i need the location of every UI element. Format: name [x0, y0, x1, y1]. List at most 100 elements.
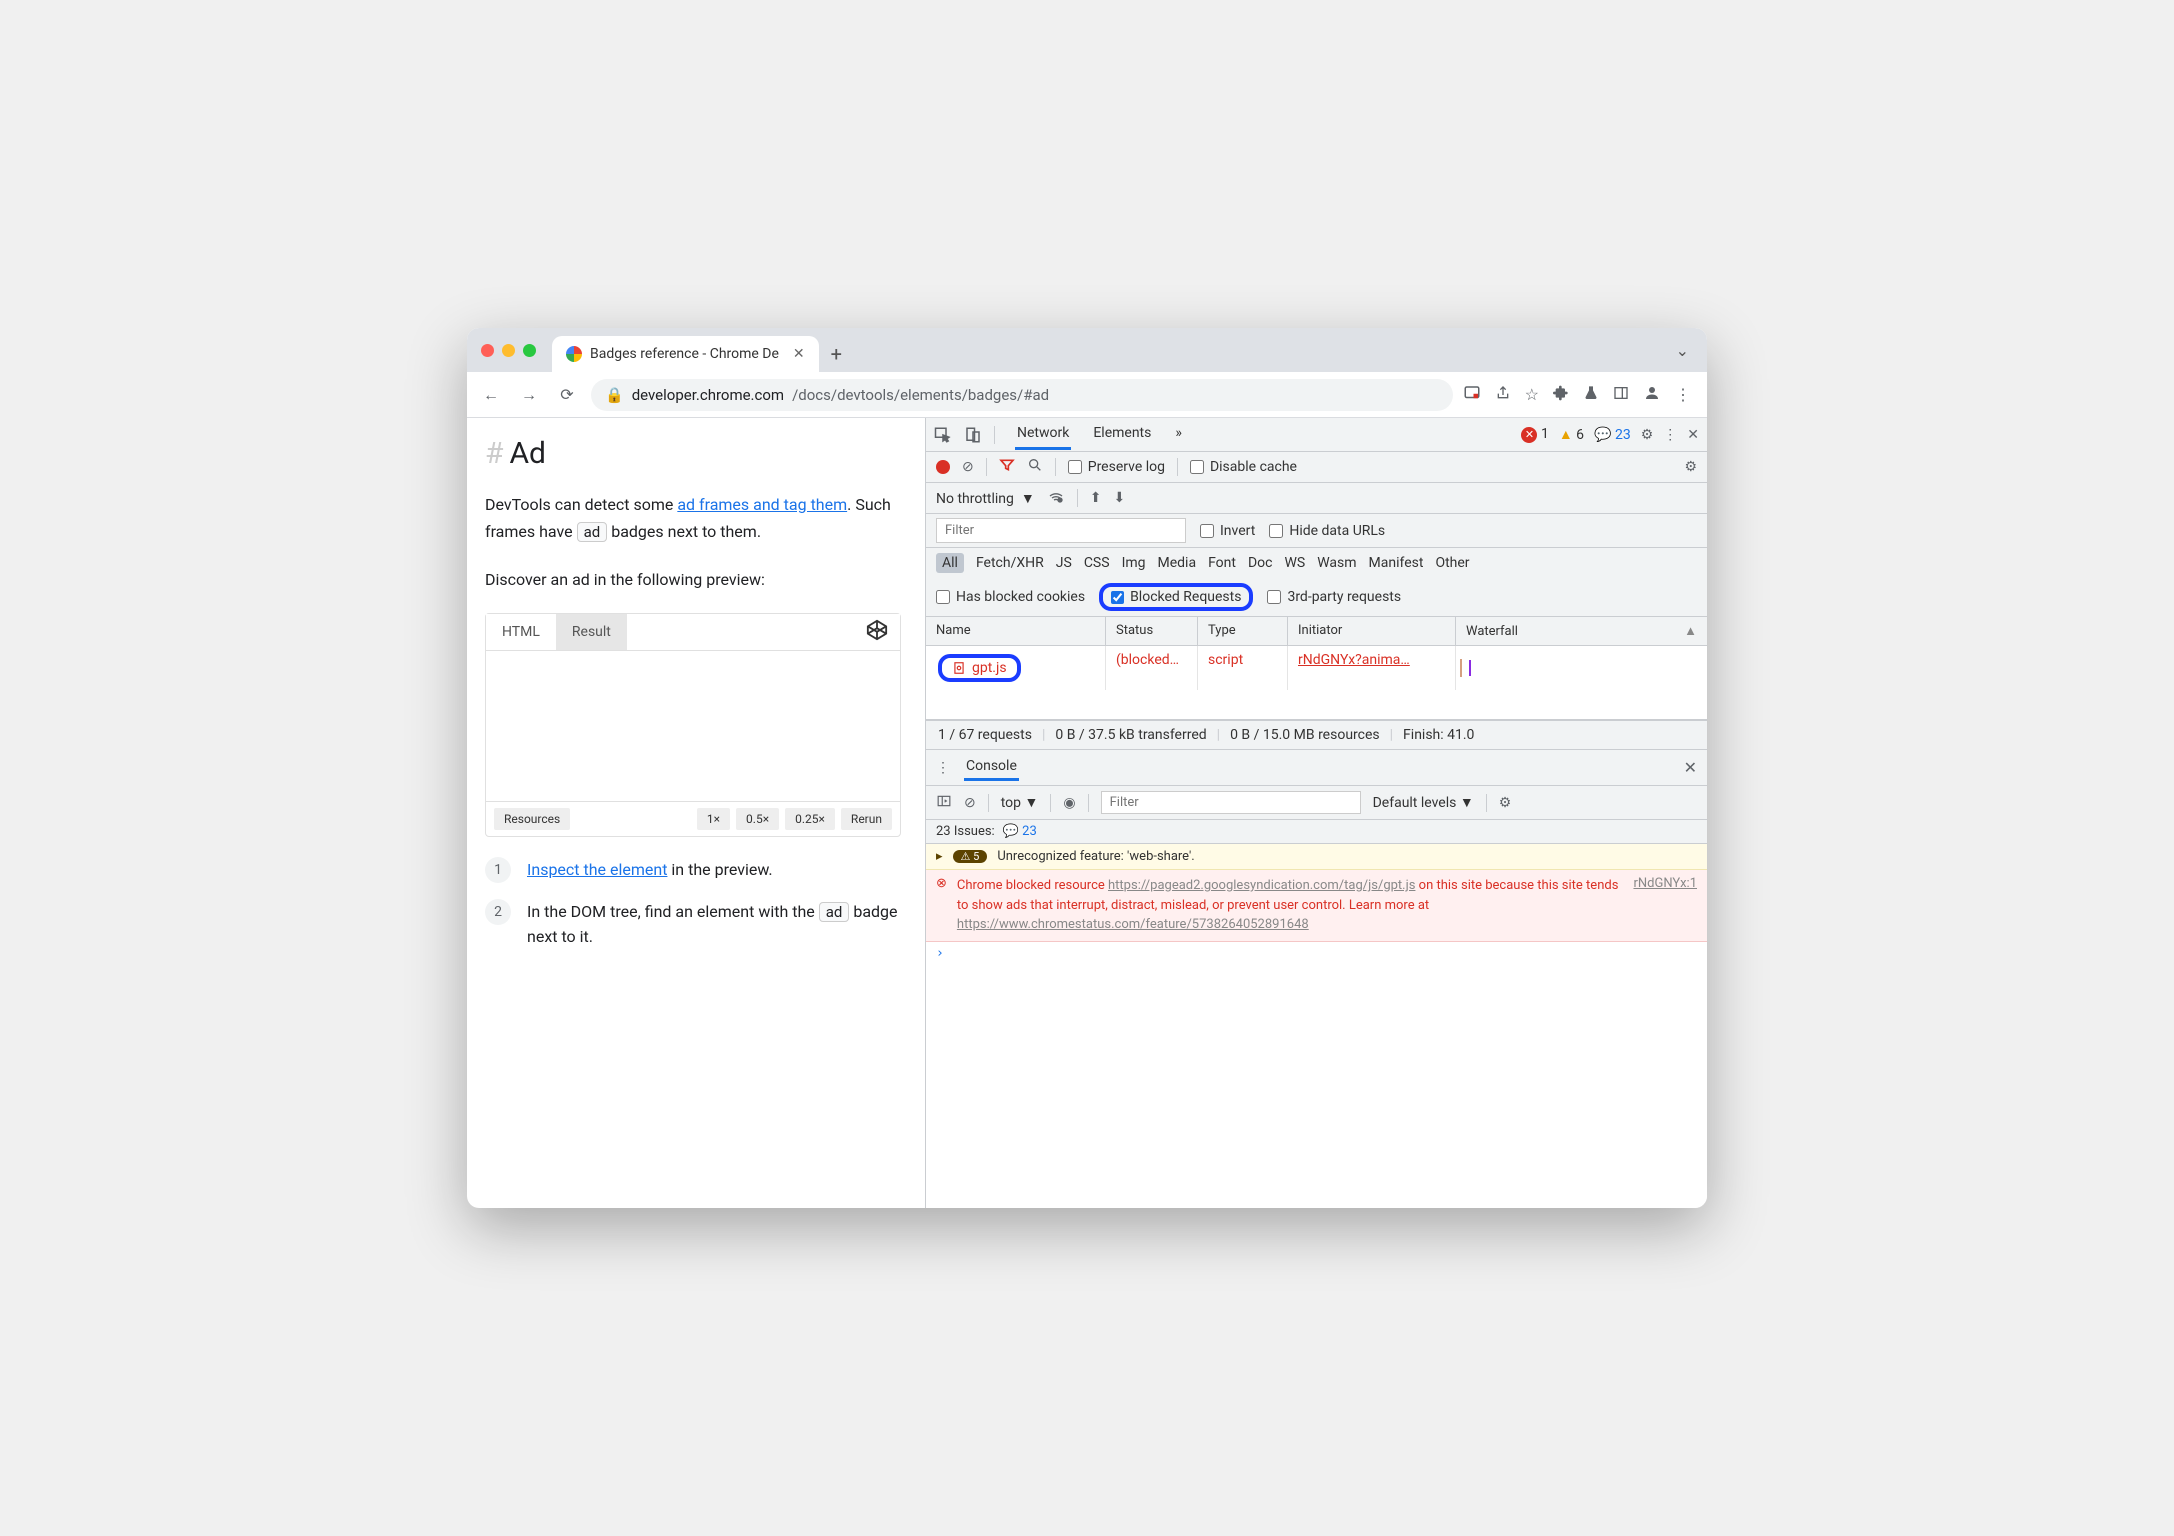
blocked-requests-checkbox[interactable]: Blocked Requests [1099, 583, 1253, 611]
clear-console-icon[interactable]: ⊘ [964, 795, 976, 811]
more-icon[interactable]: ⋮ [1663, 427, 1677, 443]
record-button[interactable] [936, 460, 950, 474]
live-expression-icon[interactable]: ◉ [1063, 795, 1075, 811]
blocked-url-link[interactable]: https://pagead2.googlesyndication.com/ta… [1108, 878, 1415, 893]
hide-data-urls-checkbox[interactable]: Hide data URLs [1269, 523, 1385, 539]
extensions-icon[interactable] [1553, 385, 1569, 405]
clear-icon[interactable]: ⊘ [962, 459, 974, 475]
profile-icon[interactable] [1643, 384, 1661, 406]
more-tabs-icon[interactable]: » [1173, 419, 1184, 450]
errors-count[interactable]: ✕ 1 [1521, 426, 1548, 443]
levels-select[interactable]: Default levels ▼ [1373, 794, 1474, 811]
col-initiator[interactable]: Initiator [1288, 617, 1456, 645]
throttling-select[interactable]: No throttling ▼ [936, 490, 1035, 507]
type-manifest[interactable]: Manifest [1369, 555, 1424, 571]
throttling-row: No throttling ▼ ⬆ ⬇ [926, 483, 1707, 514]
type-font[interactable]: Font [1208, 555, 1236, 571]
download-har-icon[interactable]: ⬇ [1113, 490, 1125, 506]
devtools-status: ✕ 1 ▲ 6 💬 23 ⚙ ⋮ ✕ [1521, 426, 1699, 443]
console-filter-input[interactable] [1101, 791, 1361, 814]
network-conditions-icon[interactable] [1047, 488, 1065, 508]
share-icon[interactable] [1495, 385, 1511, 405]
preserve-log-checkbox[interactable]: Preserve log [1068, 459, 1165, 475]
col-name[interactable]: Name [926, 617, 1106, 645]
type-ws[interactable]: WS [1284, 555, 1305, 571]
side-panel-icon[interactable] [1613, 385, 1629, 405]
close-window[interactable] [481, 344, 494, 357]
has-blocked-cookies-checkbox[interactable]: Has blocked cookies [936, 589, 1085, 605]
type-img[interactable]: Img [1122, 555, 1146, 571]
step2-t1: In the DOM tree, find an element with th… [527, 902, 819, 921]
filter-row: Invert Hide data URLs [926, 514, 1707, 548]
tabs-dropdown-icon[interactable]: ⌄ [1676, 341, 1689, 360]
bookmark-icon[interactable]: ☆ [1525, 385, 1539, 404]
device-toggle-icon[interactable] [964, 426, 982, 444]
console-sidebar-icon[interactable] [936, 794, 952, 812]
maximize-window[interactable] [523, 344, 536, 357]
col-status[interactable]: Status [1106, 617, 1198, 645]
ad-frames-link[interactable]: ad frames and tag them [677, 495, 847, 514]
console-prompt[interactable]: › [926, 942, 1707, 965]
issues-bar[interactable]: 23 Issues: 💬 23 [926, 820, 1707, 844]
back-button[interactable]: ← [477, 381, 505, 409]
minimize-window[interactable] [502, 344, 515, 357]
request-name: gpt.js [972, 660, 1007, 676]
inspect-icon[interactable] [934, 426, 952, 444]
labs-icon[interactable] [1583, 385, 1599, 405]
console-warning-row[interactable]: ▸ ⚠ 5 Unrecognized feature: 'web-share'. [926, 844, 1707, 870]
new-tab-button[interactable]: + [831, 342, 842, 366]
search-icon[interactable] [1027, 457, 1043, 477]
request-initiator[interactable]: rNdGNYx?anima… [1288, 646, 1456, 690]
close-drawer-icon[interactable]: ✕ [1684, 758, 1697, 777]
tab-console[interactable]: Console [964, 754, 1019, 781]
type-js[interactable]: JS [1056, 555, 1072, 571]
codepen-zoom-05x[interactable]: 0.5× [736, 808, 779, 830]
url-field[interactable]: 🔒 developer.chrome.com/docs/devtools/ele… [591, 379, 1453, 411]
tab-elements[interactable]: Elements [1091, 419, 1153, 450]
drawer-menu-icon[interactable]: ⋮ [936, 760, 950, 776]
codepen-tab-result[interactable]: Result [556, 614, 627, 650]
codepen-rerun-button[interactable]: Rerun [841, 808, 892, 830]
error-source-link[interactable]: rNdGNYx:1 [1633, 876, 1697, 935]
type-doc[interactable]: Doc [1248, 555, 1273, 571]
col-type[interactable]: Type [1198, 617, 1288, 645]
network-settings-icon[interactable]: ⚙ [1684, 459, 1697, 475]
type-all[interactable]: All [936, 553, 964, 573]
codepen-zoom-025x[interactable]: 0.25× [785, 808, 835, 830]
codepen-resources-button[interactable]: Resources [494, 808, 570, 830]
close-devtools-icon[interactable]: ✕ [1687, 427, 1699, 443]
type-wasm[interactable]: Wasm [1317, 555, 1356, 571]
tab-network[interactable]: Network [1015, 419, 1071, 450]
browser-tab[interactable]: Badges reference - Chrome De ✕ [552, 336, 819, 372]
third-party-checkbox[interactable]: 3rd-party requests [1267, 589, 1401, 605]
warnings-count[interactable]: ▲ 6 [1559, 426, 1584, 443]
menu-icon[interactable]: ⋮ [1675, 385, 1691, 404]
codepen-zoom-1x[interactable]: 1× [697, 808, 730, 830]
type-css[interactable]: CSS [1084, 555, 1110, 571]
console-settings-icon[interactable]: ⚙ [1499, 795, 1512, 811]
col-waterfall[interactable]: Waterfall▲ [1456, 617, 1707, 645]
filter-input[interactable] [936, 518, 1186, 543]
disable-cache-checkbox[interactable]: Disable cache [1190, 459, 1297, 475]
invert-checkbox[interactable]: Invert [1200, 523, 1255, 539]
inspect-element-link[interactable]: Inspect the element [527, 860, 667, 879]
warning-badge-icon: ▲ [1559, 427, 1573, 443]
type-media[interactable]: Media [1158, 555, 1197, 571]
ad-badge-2: ad [819, 902, 850, 922]
learn-more-link[interactable]: https://www.chromestatus.com/feature/573… [957, 917, 1309, 932]
forward-button[interactable]: → [515, 381, 543, 409]
upload-har-icon[interactable]: ⬆ [1090, 490, 1102, 506]
codepen-tab-html[interactable]: HTML [486, 614, 556, 650]
reload-button[interactable]: ⟳ [553, 381, 581, 409]
table-row[interactable]: gpt.js (blocked… script rNdGNYx?anima… [926, 646, 1707, 690]
close-tab-icon[interactable]: ✕ [793, 346, 805, 362]
type-fetch[interactable]: Fetch/XHR [976, 555, 1044, 571]
messages-count[interactable]: 💬 23 [1594, 427, 1631, 443]
console-error-row[interactable]: ⊗ Chrome blocked resource https://pagead… [926, 870, 1707, 942]
type-other[interactable]: Other [1435, 555, 1469, 571]
context-select[interactable]: top ▼ [1001, 794, 1039, 811]
settings-icon[interactable]: ⚙ [1641, 427, 1654, 443]
codepen-logo-icon[interactable] [866, 619, 888, 645]
install-app-icon[interactable] [1463, 384, 1481, 406]
filter-icon[interactable] [999, 457, 1015, 477]
